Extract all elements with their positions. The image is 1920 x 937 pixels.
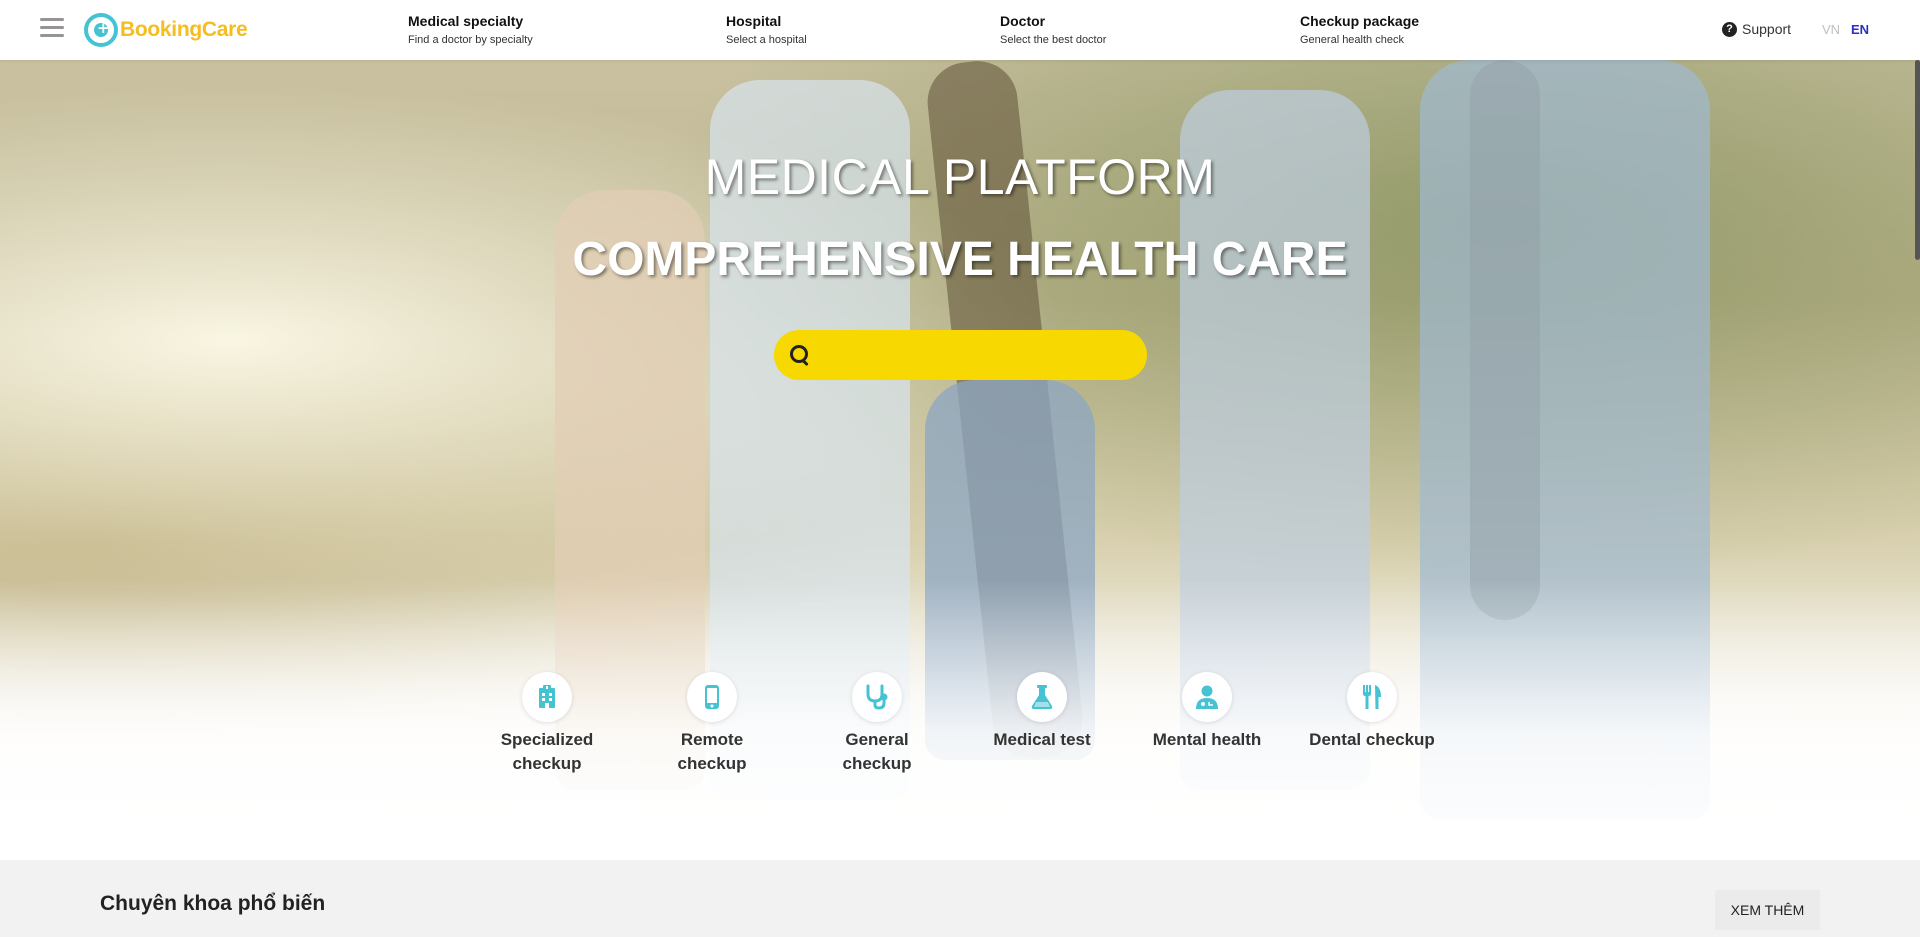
phone-icon	[705, 685, 719, 709]
nav-title: Doctor	[1000, 13, 1046, 29]
top-header: BookingCare Medical specialty Find a doc…	[0, 0, 1920, 60]
flask-icon	[1031, 685, 1053, 709]
popular-specialty-section: Chuyên khoa phổ biến XEM THÊM	[0, 860, 1920, 937]
search-icon[interactable]	[788, 343, 812, 367]
nav-checkup-package[interactable]: Checkup package General health check	[1300, 12, 1419, 46]
nav-subtitle: Find a doctor by specialty	[408, 34, 533, 46]
nav-hospital[interactable]: Hospital Select a hospital	[726, 12, 807, 46]
option-icon-circle	[1017, 672, 1067, 722]
option-label: Medical test	[993, 730, 1091, 749]
hero-title: MEDICAL PLATFORM	[704, 149, 1216, 205]
option-specialized-checkup[interactable]: Specialized checkup	[482, 672, 612, 776]
nav-title: Checkup package	[1300, 13, 1420, 29]
section-title: Chuyên khoa phổ biến	[100, 892, 326, 915]
lang-en-button[interactable]: EN	[1851, 22, 1869, 37]
hospital-building-icon	[539, 685, 555, 708]
option-label: General checkup	[842, 730, 912, 773]
scrollbar[interactable]	[1915, 60, 1920, 260]
hero-subtitle: COMPREHENSIVE HEALTH CARE	[572, 233, 1348, 286]
option-remote-checkup[interactable]: Remote checkup	[647, 672, 777, 776]
option-label: Specialized checkup	[500, 730, 594, 773]
nav-subtitle: General health check	[1300, 34, 1404, 46]
logo-icon	[84, 13, 118, 47]
support-link[interactable]: ? Support	[1722, 21, 1791, 37]
option-general-checkup[interactable]: General checkup	[812, 672, 942, 776]
search-bar[interactable]	[774, 330, 1147, 380]
utensils-icon	[1363, 685, 1381, 709]
logo[interactable]: BookingCare	[84, 12, 248, 48]
question-circle-icon: ?	[1722, 21, 1737, 37]
option-label: Mental health	[1152, 730, 1262, 749]
see-more-button[interactable]: XEM THÊM	[1715, 890, 1820, 930]
option-icon-circle	[522, 672, 572, 722]
option-icon-circle	[687, 672, 737, 722]
option-dental-checkup[interactable]: Dental checkup	[1307, 672, 1437, 752]
search-input[interactable]	[822, 335, 1122, 375]
hamburger-menu-icon[interactable]	[40, 18, 64, 40]
nav-medical-specialty[interactable]: Medical specialty Find a doctor by speci…	[408, 12, 533, 46]
option-icon-circle	[1347, 672, 1397, 722]
option-medical-test[interactable]: Medical test	[977, 672, 1107, 752]
nav-subtitle: Select a hospital	[726, 34, 807, 46]
support-label: Support	[1742, 21, 1792, 37]
nav-title: Medical specialty	[408, 13, 524, 29]
logo-text: BookingCare	[120, 18, 248, 41]
option-label: Remote checkup	[677, 730, 747, 773]
option-icon-circle	[852, 672, 902, 722]
nav-subtitle: Select the best doctor	[1000, 34, 1107, 46]
nav-title: Hospital	[726, 13, 782, 29]
option-icon-circle	[1182, 672, 1232, 722]
nav-doctor[interactable]: Doctor Select the best doctor	[1000, 12, 1106, 46]
stethoscope-icon	[866, 684, 888, 710]
option-mental-health[interactable]: Mental health	[1142, 672, 1272, 752]
hero-fade-overlay	[0, 580, 1920, 860]
option-label: Dental checkup	[1309, 730, 1435, 749]
lang-vn-button[interactable]: VN	[1822, 22, 1840, 37]
doctor-user-icon	[1196, 685, 1218, 709]
